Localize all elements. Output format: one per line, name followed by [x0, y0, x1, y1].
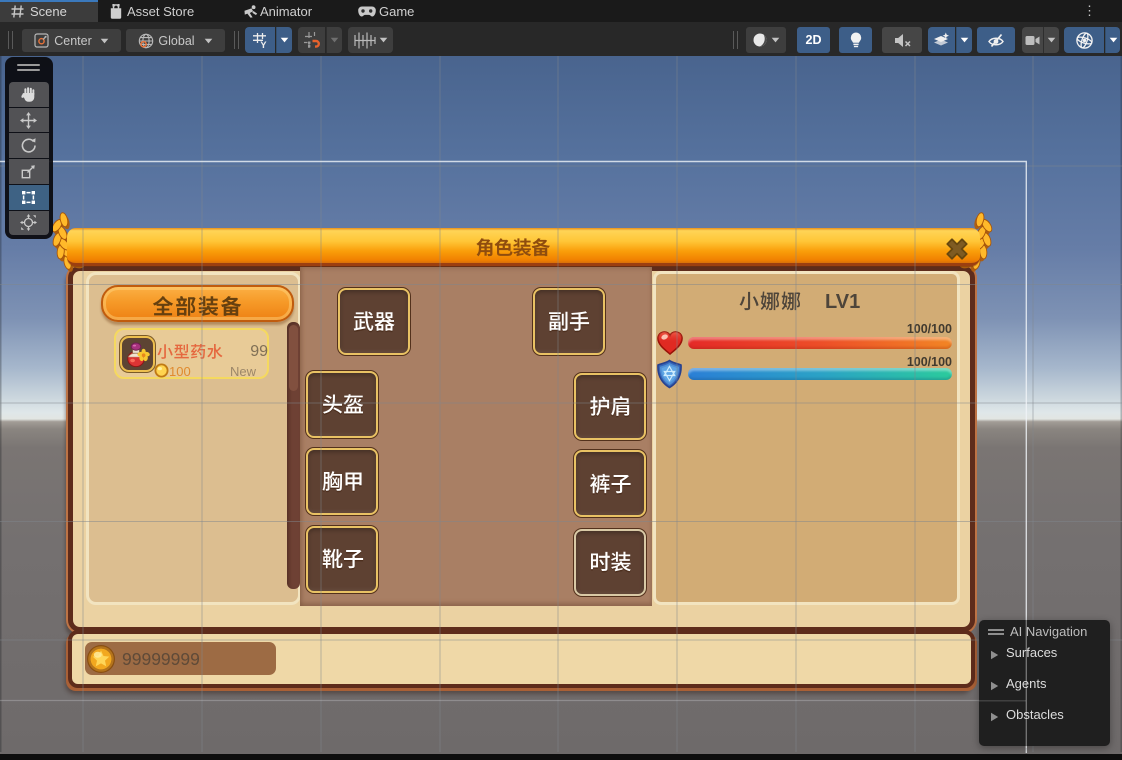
svg-text:Y: Y — [260, 40, 267, 49]
